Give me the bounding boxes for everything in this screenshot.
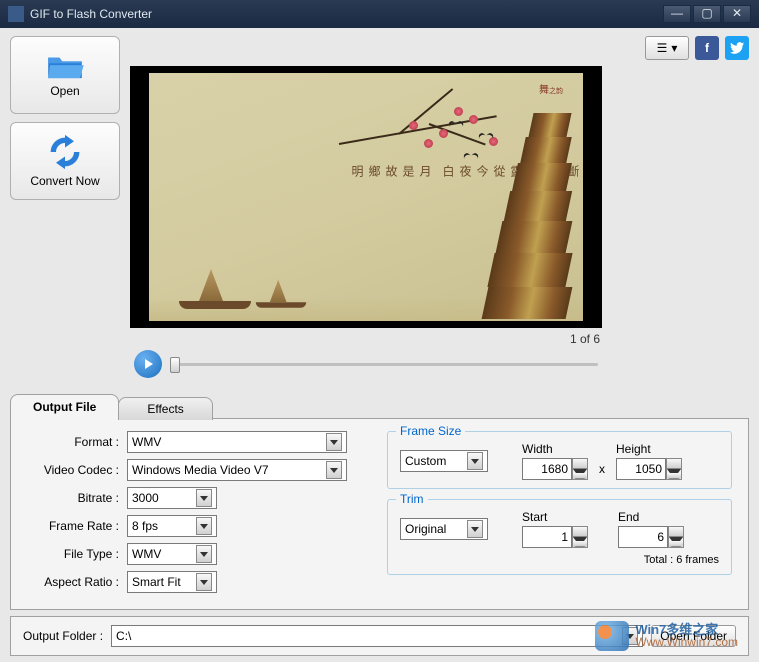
chevron-down-icon — [326, 461, 342, 479]
start-input[interactable] — [522, 526, 572, 548]
tab-output-file[interactable]: Output File — [10, 394, 119, 419]
spin-up[interactable] — [573, 527, 587, 537]
play-icon — [145, 359, 153, 369]
aspect-label: Aspect Ratio : — [27, 575, 127, 589]
watermark-logo-icon — [595, 621, 629, 651]
spin-down[interactable] — [669, 537, 683, 547]
total-frames: Total : 6 frames — [400, 554, 719, 566]
spin-up[interactable] — [573, 459, 587, 469]
frame-size-mode-select[interactable]: Custom — [400, 450, 488, 472]
width-spinner[interactable] — [522, 458, 588, 480]
chevron-down-icon — [196, 573, 212, 591]
chevron-down-icon: ▾ — [671, 41, 677, 55]
format-label: Format : — [27, 435, 127, 449]
open-button[interactable]: Open — [10, 36, 120, 114]
spin-up[interactable] — [667, 459, 681, 469]
chevron-down-icon — [326, 433, 342, 451]
trim-group: Trim Original Start End Total : 6 frames — [387, 499, 732, 575]
bitrate-label: Bitrate : — [27, 491, 127, 505]
app-icon — [8, 6, 24, 22]
aspect-select[interactable]: Smart Fit — [127, 571, 217, 593]
output-folder-label: Output Folder : — [23, 629, 111, 643]
output-folder-select[interactable]: C:\ — [111, 625, 643, 647]
filetype-label: File Type : — [27, 547, 127, 561]
convert-button[interactable]: Convert Now — [10, 122, 120, 200]
titlebar: GIF to Flash Converter — ▢ ✕ — [0, 0, 759, 28]
width-input[interactable] — [522, 458, 572, 480]
chevron-down-icon — [196, 489, 212, 507]
trim-mode-select[interactable]: Original — [400, 518, 488, 540]
framerate-label: Frame Rate : — [27, 519, 127, 533]
start-spinner[interactable] — [522, 526, 588, 548]
bitrate-select[interactable]: 3000 — [127, 487, 217, 509]
window-title: GIF to Flash Converter — [30, 7, 661, 21]
twitter-icon — [730, 42, 744, 54]
convert-icon — [47, 134, 83, 170]
frame-size-group: Frame Size Custom Width x Height — [387, 431, 732, 489]
chevron-down-icon — [196, 545, 212, 563]
output-panel: Format : WMV Video Codec : Windows Media… — [10, 418, 749, 610]
maximize-button[interactable]: ▢ — [693, 5, 721, 23]
end-label: End — [618, 510, 684, 524]
height-spinner[interactable] — [616, 458, 682, 480]
end-input[interactable] — [618, 526, 668, 548]
frame-size-legend: Frame Size — [396, 424, 465, 438]
codec-select[interactable]: Windows Media Video V7 — [127, 459, 347, 481]
chevron-down-icon — [196, 517, 212, 535]
slider-thumb[interactable] — [170, 357, 180, 373]
spin-down[interactable] — [573, 537, 587, 547]
list-view-button[interactable]: ☰ ▾ — [645, 36, 689, 60]
facebook-icon: f — [705, 41, 709, 55]
height-label: Height — [616, 442, 682, 456]
chevron-down-icon — [467, 452, 483, 470]
height-input[interactable] — [616, 458, 666, 480]
codec-label: Video Codec : — [27, 463, 127, 477]
close-button[interactable]: ✕ — [723, 5, 751, 23]
minimize-button[interactable]: — — [663, 5, 691, 23]
frame-counter: 1 of 6 — [130, 328, 602, 348]
facebook-button[interactable]: f — [695, 36, 719, 60]
watermark: Win7多维之家Www.Winwin7.com — [595, 621, 738, 651]
spin-up[interactable] — [669, 527, 683, 537]
trim-legend: Trim — [396, 492, 428, 506]
preview-image: 舞之韵 月是故 — [149, 73, 583, 321]
folder-icon — [46, 52, 84, 80]
tab-effects[interactable]: Effects — [118, 397, 212, 420]
preview-frame: 舞之韵 月是故 — [130, 66, 602, 328]
end-spinner[interactable] — [618, 526, 684, 548]
convert-label: Convert Now — [30, 174, 99, 188]
chevron-down-icon — [467, 520, 483, 538]
spin-down[interactable] — [667, 469, 681, 479]
format-select[interactable]: WMV — [127, 431, 347, 453]
list-icon: ☰ — [657, 41, 668, 55]
open-label: Open — [50, 84, 79, 98]
width-label: Width — [522, 442, 588, 456]
play-button[interactable] — [134, 350, 162, 378]
filetype-select[interactable]: WMV — [127, 543, 217, 565]
output-folder-row: Output Folder : C:\ Open Folder Win7多维之家… — [10, 616, 749, 656]
twitter-button[interactable] — [725, 36, 749, 60]
spin-down[interactable] — [573, 469, 587, 479]
framerate-select[interactable]: 8 fps — [127, 515, 217, 537]
start-label: Start — [522, 510, 588, 524]
seek-slider[interactable] — [170, 357, 598, 371]
